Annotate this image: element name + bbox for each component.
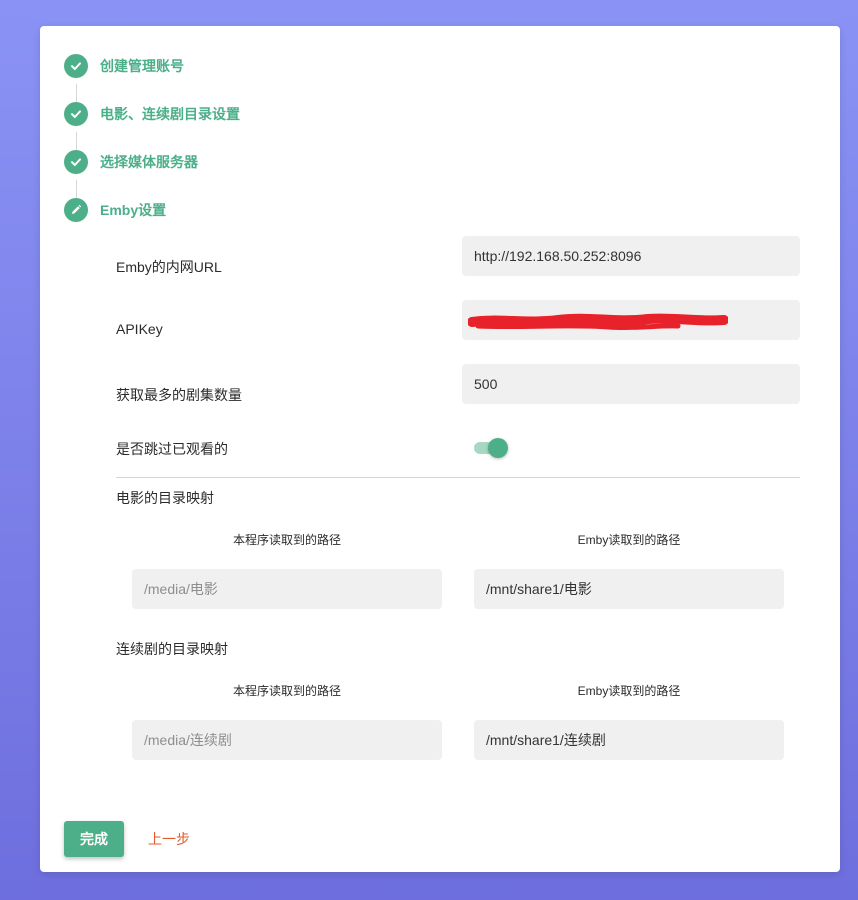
- check-icon: [64, 54, 88, 78]
- step-create-admin[interactable]: 创建管理账号: [64, 54, 184, 78]
- setup-card: 创建管理账号 电影、连续剧目录设置 选择媒体服务器 Emby设置 Emby的内网…: [40, 26, 840, 872]
- movie-local-path-input[interactable]: /media/电影: [132, 569, 442, 609]
- series-emby-path-input[interactable]: /mnt/share1/连续剧: [474, 720, 784, 760]
- pencil-icon: [64, 198, 88, 222]
- movie-emby-path-input[interactable]: /mnt/share1/电影: [474, 569, 784, 609]
- step-label: 选择媒体服务器: [100, 154, 198, 170]
- series-local-path-header: 本程序读取到的路径: [232, 684, 341, 698]
- series-emby-path-header: Emby读取到的路径: [577, 684, 681, 698]
- step-media-server[interactable]: 选择媒体服务器: [64, 150, 198, 174]
- movie-local-path-header: 本程序读取到的路径: [232, 533, 341, 547]
- apikey-label: APIKey: [116, 321, 163, 337]
- previous-step-button[interactable]: 上一步: [148, 821, 190, 857]
- series-local-path-input[interactable]: /media/连续剧: [132, 720, 442, 760]
- toggle-thumb: [488, 438, 508, 458]
- step-label: Emby设置: [100, 202, 167, 218]
- step-directory-settings[interactable]: 电影、连续剧目录设置: [64, 102, 240, 126]
- redaction-mark: [468, 313, 728, 331]
- emby-url-label: Emby的内网URL: [116, 259, 222, 275]
- check-icon: [64, 102, 88, 126]
- movie-emby-path-header: Emby读取到的路径: [577, 533, 681, 547]
- apikey-input[interactable]: [462, 300, 800, 340]
- step-emby-settings[interactable]: Emby设置: [64, 198, 166, 222]
- check-icon: [64, 150, 88, 174]
- max-episodes-label: 获取最多的剧集数量: [116, 387, 242, 403]
- done-button[interactable]: 完成: [64, 821, 124, 857]
- skip-watched-toggle[interactable]: [474, 438, 508, 458]
- series-mapping-title: 连续剧的目录映射: [116, 641, 228, 657]
- movie-mapping-title: 电影的目录映射: [116, 490, 214, 506]
- divider: [116, 477, 800, 478]
- step-label: 电影、连续剧目录设置: [100, 106, 240, 122]
- step-label: 创建管理账号: [100, 58, 184, 74]
- emby-url-input[interactable]: http://192.168.50.252:8096: [462, 236, 800, 276]
- skip-watched-label: 是否跳过已观看的: [116, 441, 228, 457]
- max-episodes-input[interactable]: 500: [462, 364, 800, 404]
